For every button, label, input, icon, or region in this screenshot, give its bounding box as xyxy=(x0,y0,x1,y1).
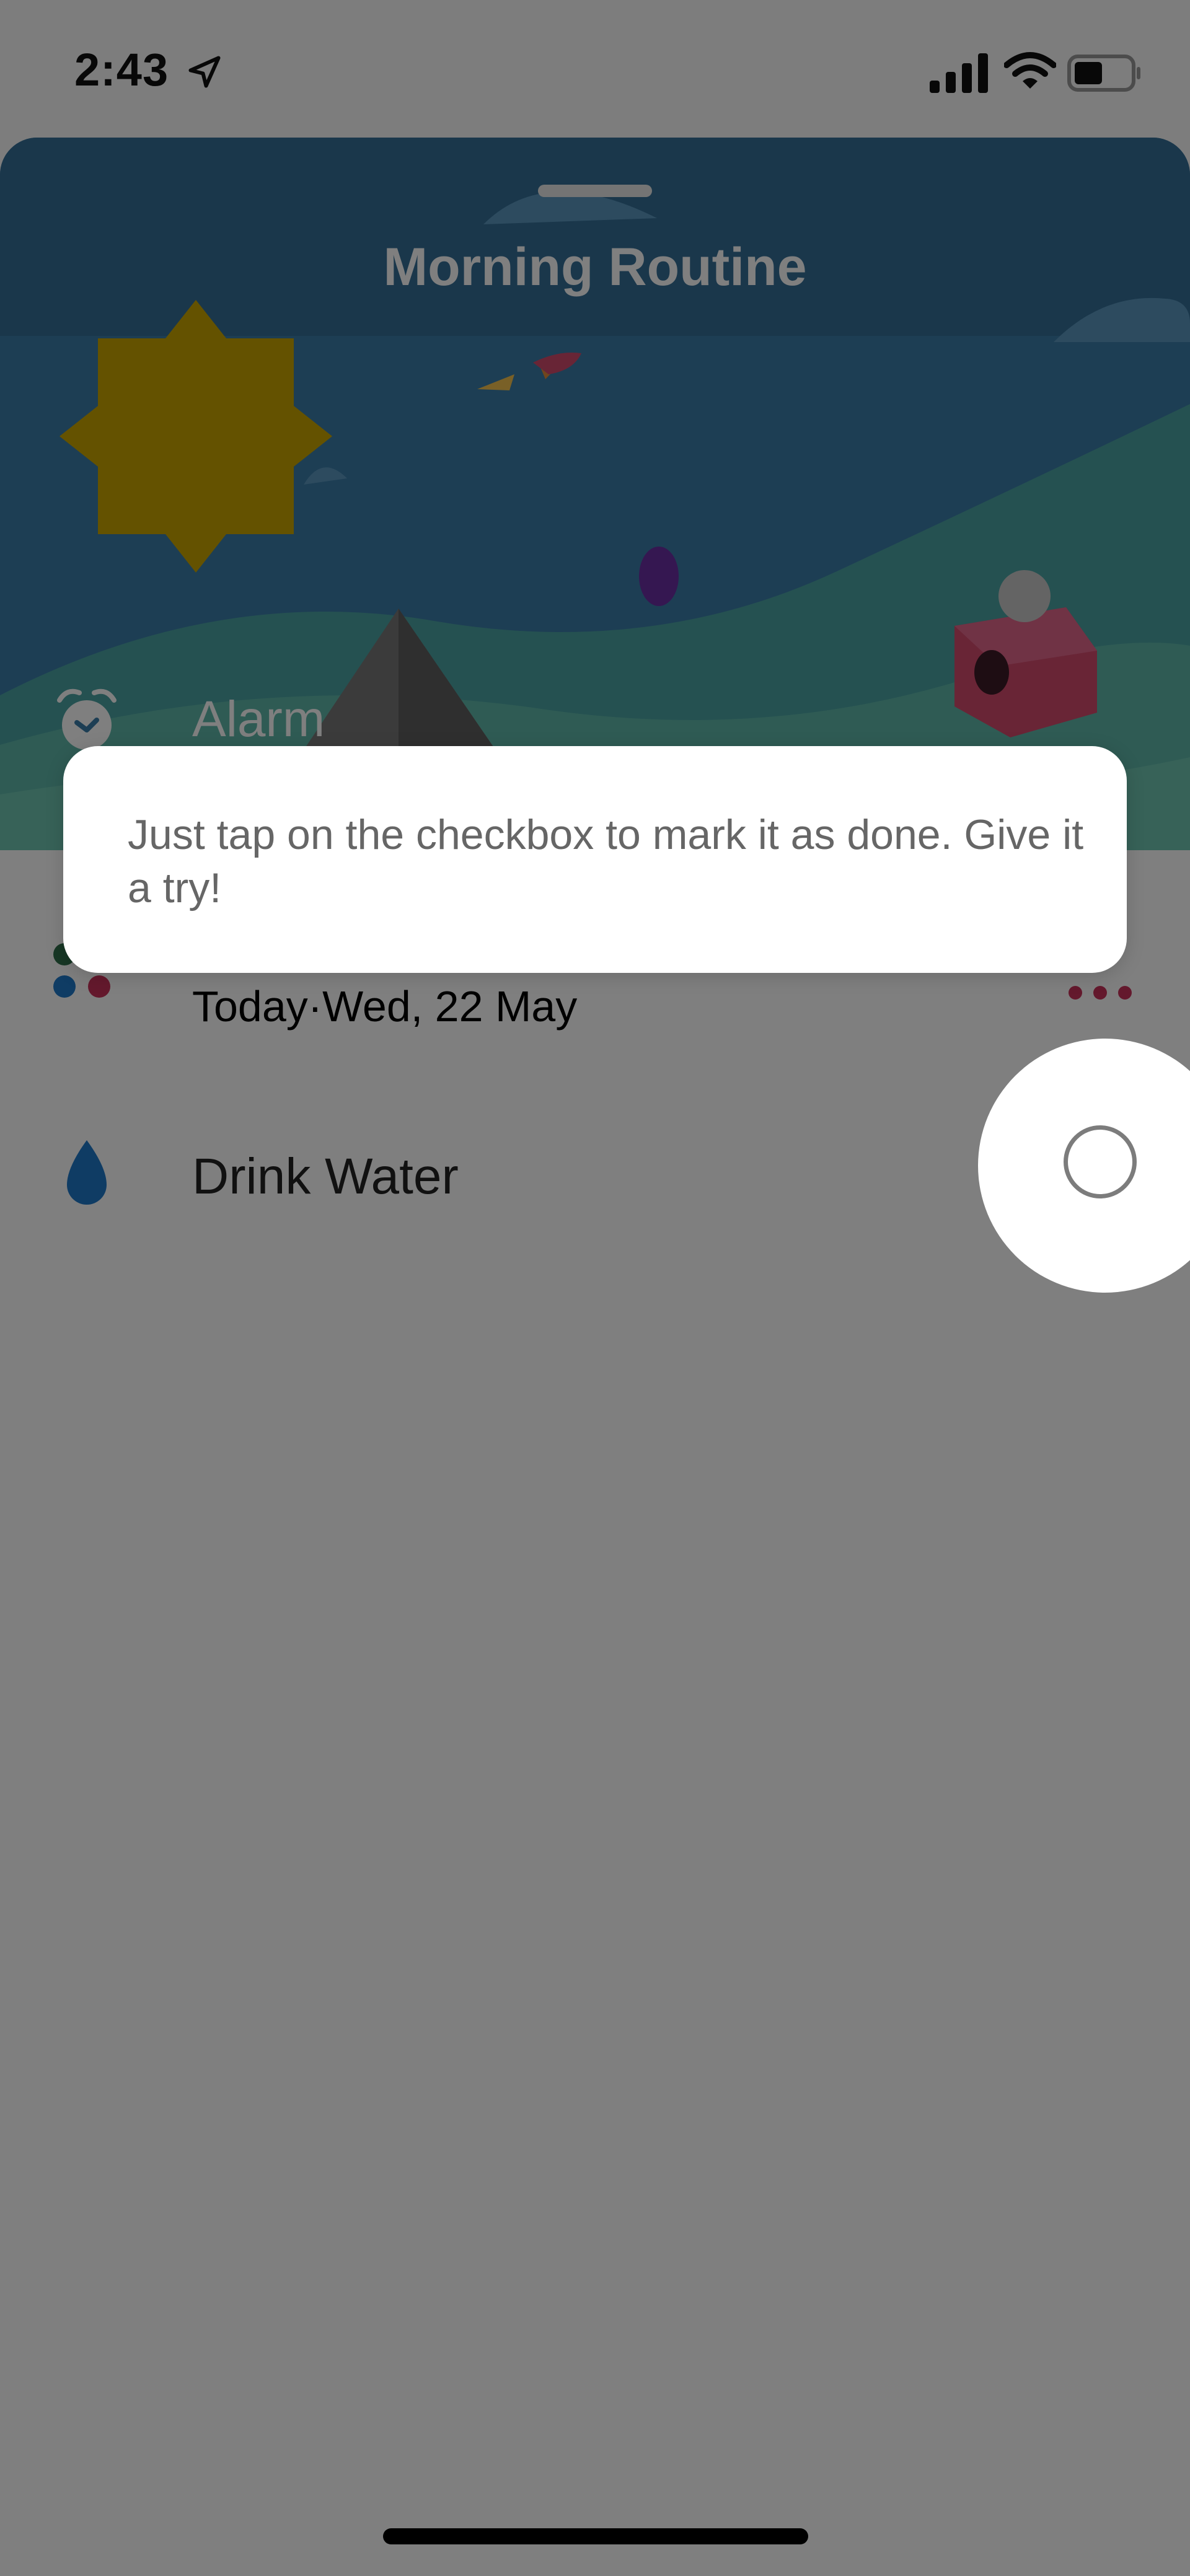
onboarding-tooltip: Just tap on the checkbox to mark it as d… xyxy=(63,746,1127,973)
task-checkbox[interactable] xyxy=(1064,1125,1137,1198)
home-indicator[interactable] xyxy=(383,2528,808,2544)
onboarding-overlay[interactable] xyxy=(0,0,1190,2576)
tooltip-text: Just tap on the checkbox to mark it as d… xyxy=(128,811,1084,912)
